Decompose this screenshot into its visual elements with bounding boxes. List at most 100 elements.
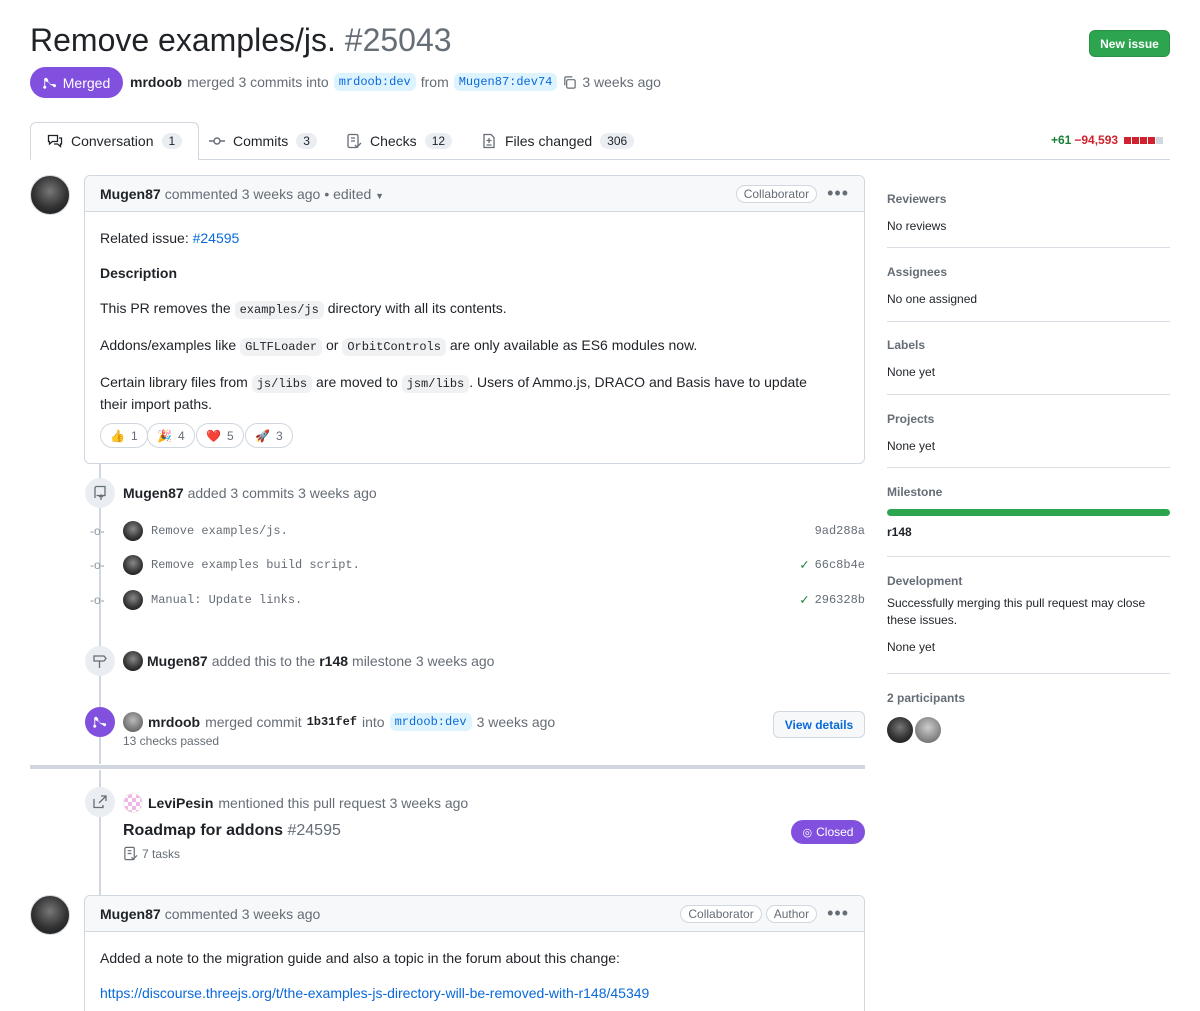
sidebar-heading[interactable]: Assignees [887, 265, 1170, 279]
avatar-mugen87[interactable] [30, 895, 70, 935]
avatar-mugen87[interactable] [30, 175, 70, 215]
issue-title[interactable]: Roadmap for addons [123, 822, 283, 839]
event-author[interactable]: LeviPesin [148, 795, 213, 811]
tab-label: Commits [233, 133, 289, 149]
check-icon[interactable]: ✓ [800, 592, 808, 609]
file-diff-icon [483, 133, 495, 149]
avatar[interactable] [123, 555, 143, 575]
milestone-link[interactable]: r148 [887, 525, 912, 539]
related-issue-link[interactable]: #24595 [193, 230, 240, 246]
checks-passed: 13 checks passed [123, 734, 220, 748]
comment-2: Mugen87 commented 3 weeks ago Collaborat… [84, 895, 865, 1011]
commit-row: -o- Remove examples/js. 9ad288a [90, 521, 865, 541]
sidebar-value: None yet [887, 640, 936, 654]
sidebar-heading[interactable]: Labels [887, 338, 1170, 352]
tab-files-changed[interactable]: Files changed 306 [465, 122, 650, 160]
inline-code: js/libs [251, 375, 313, 393]
avatar[interactable] [123, 793, 143, 813]
merge-commit-sha[interactable]: 1b31fef [307, 715, 357, 729]
sha-text: 9ad288a [814, 524, 865, 538]
kebab-menu-icon[interactable]: ••• [827, 903, 849, 924]
reaction-heart[interactable]: ❤️ 5 [196, 423, 244, 448]
event-author[interactable]: mrdoob [148, 714, 200, 730]
closed-state-badge: ◎ Closed [791, 820, 865, 844]
diff-deletions: −94,593 [1074, 133, 1119, 147]
commit-sha[interactable]: ✓ 296328b [800, 592, 865, 609]
description-heading: Description [100, 265, 178, 281]
sidebar-value: None yet [887, 365, 936, 379]
text: Addons/examples like [100, 337, 237, 353]
reaction-thumbsup[interactable]: 👍 1 [100, 423, 148, 448]
copy-icon[interactable] [562, 75, 577, 90]
tab-commits[interactable]: Commits 3 [193, 122, 333, 160]
issue-number: #24595 [287, 822, 341, 839]
base-branch[interactable]: mrdoob:dev [333, 73, 416, 91]
divider [887, 467, 1170, 468]
merge-event: mrdoob merged commit 1b31fef into mrdoob… [123, 712, 555, 732]
checklist-icon [347, 133, 362, 149]
milestone-link[interactable]: r148 [319, 653, 348, 669]
commit-row: -o- Manual: Update links. ✓ 296328b [90, 590, 865, 610]
paragraph: Addons/examples like GLTFLoader or Orbit… [100, 335, 849, 357]
sidebar-participants: 2 participants [887, 691, 1170, 705]
inline-code: OrbitControls [342, 338, 446, 356]
view-details-button[interactable]: View details [773, 711, 865, 738]
forum-link[interactable]: https://discourse.threejs.org/t/the-exam… [100, 985, 649, 1001]
avatar[interactable] [123, 712, 143, 732]
divider [887, 321, 1170, 322]
checklist-icon [124, 846, 138, 861]
commit-sha[interactable]: 9ad288a [815, 524, 865, 538]
sidebar-heading[interactable]: Milestone [887, 485, 1170, 499]
text: Certain library files from [100, 374, 248, 390]
tab-conversation[interactable]: Conversation 1 [30, 122, 200, 160]
diffstat-bar [1123, 133, 1164, 147]
git-commit-icon [209, 137, 225, 145]
commit-message[interactable]: Manual: Update links. [151, 593, 302, 607]
tab-checks[interactable]: Checks 12 [330, 122, 468, 160]
head-branch[interactable]: Mugen87:dev74 [453, 73, 558, 91]
comment-author[interactable]: Mugen87 [100, 906, 161, 922]
sidebar-heading[interactable]: Projects [887, 412, 1170, 426]
comment-body: Related issue: #24595 Description This P… [85, 212, 864, 414]
event-text: added 3 commits 3 weeks ago [187, 485, 377, 501]
tab-label: Conversation [71, 133, 154, 149]
sidebar-heading: 2 participants [887, 691, 966, 705]
kebab-menu-icon[interactable]: ••• [827, 183, 849, 204]
tab-label: Files changed [505, 133, 593, 149]
tab-count: 306 [600, 133, 635, 149]
avatar[interactable] [123, 590, 143, 610]
merger-link[interactable]: mrdoob [130, 74, 182, 90]
branch-label[interactable]: mrdoob:dev [389, 713, 472, 731]
commit-sha[interactable]: ✓ 66c8b4e [800, 557, 865, 574]
sidebar-milestone: Milestone [887, 485, 1170, 499]
author-badge: Author [765, 904, 818, 923]
comment-author[interactable]: Mugen87 [100, 186, 161, 202]
commit-message[interactable]: Remove examples/js. [151, 524, 288, 538]
tada-icon: 🎉 [157, 428, 172, 443]
reaction-hooray[interactable]: 🎉 4 [147, 423, 195, 448]
participant-avatar[interactable] [915, 717, 941, 743]
event-author[interactable]: Mugen87 [147, 653, 208, 669]
check-icon[interactable]: ✓ [800, 557, 808, 574]
sidebar-heading[interactable]: Development [887, 574, 1170, 588]
edited-dropdown[interactable]: • edited ▼ [324, 186, 384, 202]
event-author[interactable]: Mugen87 [123, 485, 184, 501]
tasks-count: 7 tasks [123, 846, 180, 861]
avatar[interactable] [123, 651, 143, 671]
sidebar-heading[interactable]: Reviewers [887, 192, 1170, 206]
referenced-issue[interactable]: Roadmap for addons #24595 [123, 822, 341, 840]
comment-time[interactable]: commented 3 weeks ago [165, 906, 321, 922]
divider [887, 394, 1170, 395]
cross-reference-icon [85, 787, 115, 817]
paragraph: Certain library files from js/libs are m… [100, 372, 830, 414]
sidebar-assignees: Assignees No one assigned [887, 265, 1170, 308]
reaction-rocket[interactable]: 🚀 3 [245, 423, 293, 448]
new-issue-button[interactable]: New issue [1089, 30, 1170, 57]
role-badge: Collaborator [680, 904, 762, 923]
commit-message[interactable]: Remove examples build script. [151, 558, 360, 572]
participant-avatar[interactable] [887, 717, 913, 743]
merged-state-badge: Merged [30, 67, 123, 98]
avatar[interactable] [123, 521, 143, 541]
tab-count: 3 [296, 133, 317, 149]
comment-time[interactable]: commented 3 weeks ago [165, 186, 321, 202]
